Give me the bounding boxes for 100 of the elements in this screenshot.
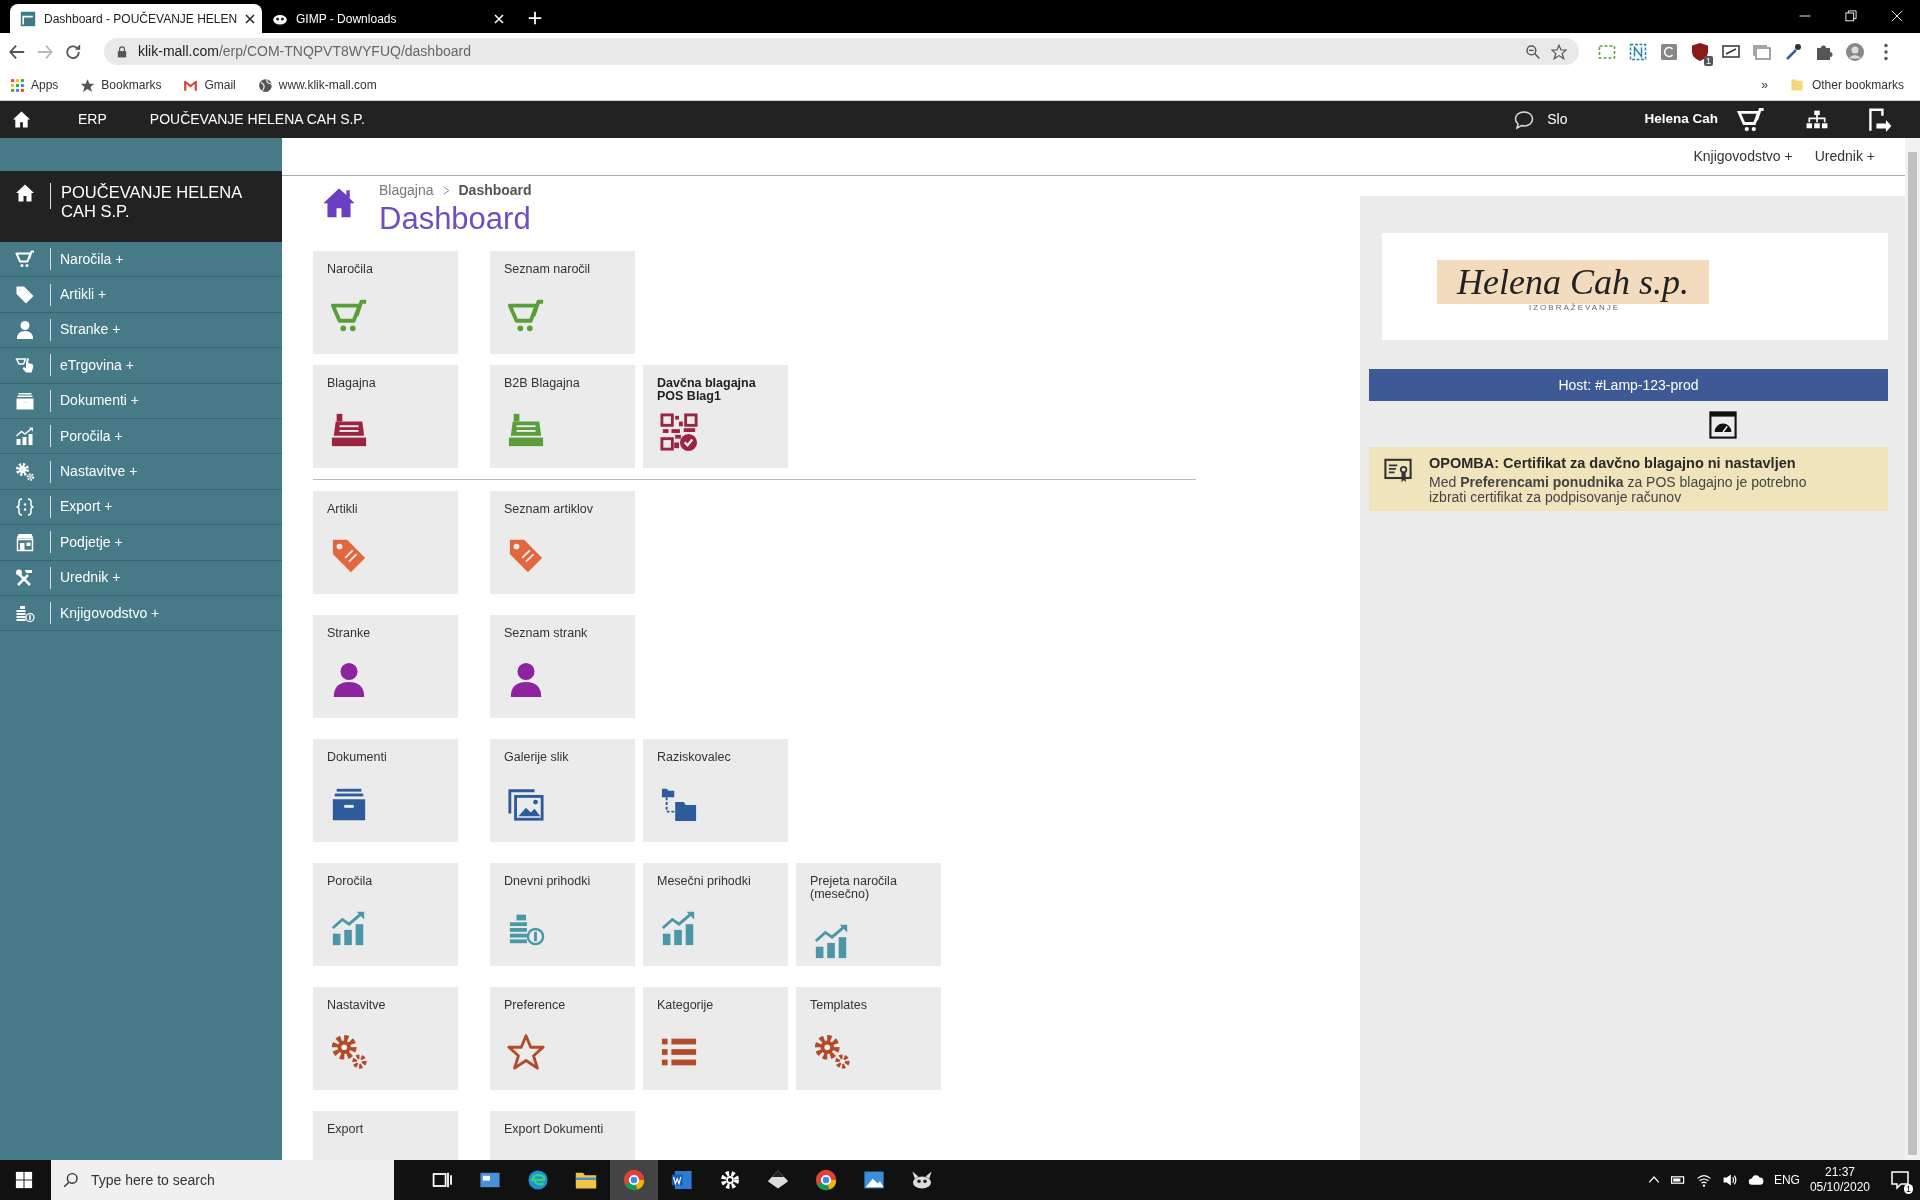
dashboard-tile[interactable]: Preference [490, 987, 635, 1090]
dashboard-tile[interactable]: Mesečni prihodki [643, 863, 788, 966]
avatar-icon[interactable] [1845, 41, 1865, 62]
dashboard-tile[interactable]: Export Dokumenti [490, 1111, 635, 1160]
badge-count: 1 [1704, 55, 1713, 66]
drawer-icon [14, 390, 36, 411]
company-link[interactable]: POUČEVANJE HELENA CAH S.P. [149, 109, 365, 130]
speedometer-icon[interactable] [1708, 411, 1738, 439]
sidebar-item[interactable]: Knjigovodstvo + [0, 595, 282, 632]
cloud-icon[interactable] [1747, 1172, 1764, 1188]
edge-icon [526, 1168, 550, 1192]
dashboard-tile[interactable]: Seznam naročil [490, 251, 635, 354]
hand-pointer-icon [14, 355, 36, 376]
breadcrumb-current: Dashboard [458, 181, 532, 200]
dashboard-tile[interactable]: Kategorije [643, 987, 788, 1090]
extension-c-icon[interactable] [1659, 41, 1679, 62]
sidebar-item[interactable]: Export + [0, 489, 282, 526]
home-icon[interactable] [15, 183, 35, 203]
dashboard-tile[interactable]: Seznam artiklov [490, 491, 635, 594]
sidebar-item[interactable]: Dokumenti + [0, 383, 282, 419]
close-icon[interactable] [245, 13, 256, 24]
menu-link[interactable]: Knjigovodstvo + [1693, 146, 1793, 167]
sidebar-item[interactable]: Podjetje + [0, 525, 282, 561]
taskbar-app[interactable] [610, 1160, 658, 1200]
bookmarks-overflow[interactable]: » [1761, 76, 1768, 94]
dashboard-tile[interactable]: Dokumenti [313, 739, 458, 842]
home-icon[interactable] [12, 110, 31, 129]
bookmark-star-icon[interactable] [1551, 43, 1567, 60]
wifi-icon[interactable] [1695, 1172, 1712, 1188]
search-icon [63, 1172, 79, 1188]
dashboard-tile[interactable]: Export [313, 1111, 458, 1160]
breadcrumb-link[interactable]: Blagajna [379, 180, 434, 201]
bookmark-link[interactable]: Bookmarks [80, 76, 162, 94]
bookmark-link[interactable]: Gmail [183, 76, 236, 94]
browser-tab[interactable]: GIMP - Downloads [262, 4, 514, 33]
cart-icon [14, 249, 36, 270]
dashboard-tile[interactable]: Poročila [313, 863, 458, 966]
dashboard-tile[interactable]: Artikli [313, 491, 458, 594]
bookmark-link[interactable]: Apps [10, 76, 59, 94]
extension-n-icon[interactable] [1628, 41, 1648, 62]
back-icon[interactable] [8, 42, 26, 61]
language-indicator[interactable]: ENG [1773, 1171, 1800, 1189]
dashboard-tile[interactable]: Dnevni prihodki [490, 863, 635, 966]
logo-text: Helena Cah s.p. [1437, 259, 1709, 304]
shield-icon[interactable] [1690, 41, 1710, 62]
sidebar-item[interactable]: Stranke + [0, 312, 282, 349]
dashboard-tile[interactable]: Stranke [313, 615, 458, 718]
module-link[interactable]: ERP [78, 109, 107, 130]
chrome-icon [814, 1168, 838, 1192]
page-favicon-icon [20, 10, 36, 27]
dashboard-tile[interactable]: Templates [796, 987, 941, 1090]
dashboard-tile[interactable]: B2B Blagajna [490, 365, 635, 468]
user-name[interactable]: Helena Cah [1644, 109, 1718, 130]
dashboard-tile[interactable]: Naročila [313, 251, 458, 354]
dashboard-tile[interactable]: Seznam strank [490, 615, 635, 718]
cart-icon[interactable] [1736, 105, 1766, 134]
notifications-icon[interactable] [1890, 1170, 1910, 1190]
home-icon[interactable] [321, 186, 357, 219]
reload-icon[interactable] [64, 42, 82, 61]
notice-title: OPOMBA: Certifikat za davčno blagajno ni nastavljen [1429, 454, 1797, 473]
bookmark-link[interactable]: www.klik-mall.com [257, 76, 377, 94]
logout-icon[interactable] [1868, 107, 1892, 132]
scrollbar[interactable] [1905, 138, 1920, 1160]
tag-icon [14, 284, 36, 305]
sidebar-item[interactable]: Naročila + [0, 242, 282, 278]
windows-start-icon[interactable] [15, 1171, 33, 1189]
clock[interactable]: 21:37 05/10/2020 [1809, 1165, 1870, 1195]
chevron-up-icon[interactable] [1647, 1174, 1660, 1186]
settings-icon [718, 1168, 742, 1192]
host-banner: Host: #Lamp-123-prod [1369, 369, 1888, 401]
zoom-icon[interactable] [1525, 43, 1541, 60]
folder-icon [1789, 77, 1804, 93]
sidebar-item[interactable]: eTrgovina + [0, 348, 282, 384]
dashboard-tile[interactable]: Prejeta naročila (mesečno) [796, 863, 941, 966]
globe-icon [257, 77, 273, 93]
person-icon [14, 319, 36, 340]
other-bookmarks-link[interactable]: Other bookmarks [1789, 76, 1904, 94]
page-title: Dashboard [379, 201, 532, 237]
shop-icon [14, 532, 36, 553]
star-icon [80, 77, 96, 93]
dashboard-tile[interactable]: Blagajna [313, 365, 458, 468]
menu-link[interactable]: Urednik + [1814, 146, 1875, 167]
browser-tab[interactable]: Dashboard - POUČEVANJE HELEN [10, 4, 262, 33]
document-icon [670, 1168, 694, 1192]
dashboard-tile[interactable]: Davčna blagajna POS Blag1 [643, 365, 788, 468]
sidebar-item[interactable]: Nastavitve + [0, 454, 282, 490]
volume-icon[interactable] [1721, 1172, 1738, 1188]
sidebar-item[interactable]: Urednik + [0, 560, 282, 596]
restore-icon[interactable] [1845, 10, 1857, 22]
sitemap-icon[interactable] [1806, 108, 1828, 131]
address-bar[interactable]: klik-mall.com/erp/COM-TNQPVT8WYFUQ/dashboard [104, 38, 1579, 65]
dashboard-tile[interactable]: Nastavitve [313, 987, 458, 1090]
dashboard-tile[interactable]: Galerije slik [490, 739, 635, 842]
language-selector[interactable]: Slo [1547, 109, 1568, 130]
new-tab-icon[interactable] [528, 11, 542, 25]
search-field[interactable]: Type here to search [51, 1160, 394, 1200]
chat-icon[interactable] [1514, 109, 1535, 130]
dashboard-tile[interactable]: Raziskovalec [643, 739, 788, 842]
sidebar-item[interactable]: Artikli + [0, 277, 282, 313]
sidebar-item[interactable]: Poročila + [0, 418, 282, 455]
